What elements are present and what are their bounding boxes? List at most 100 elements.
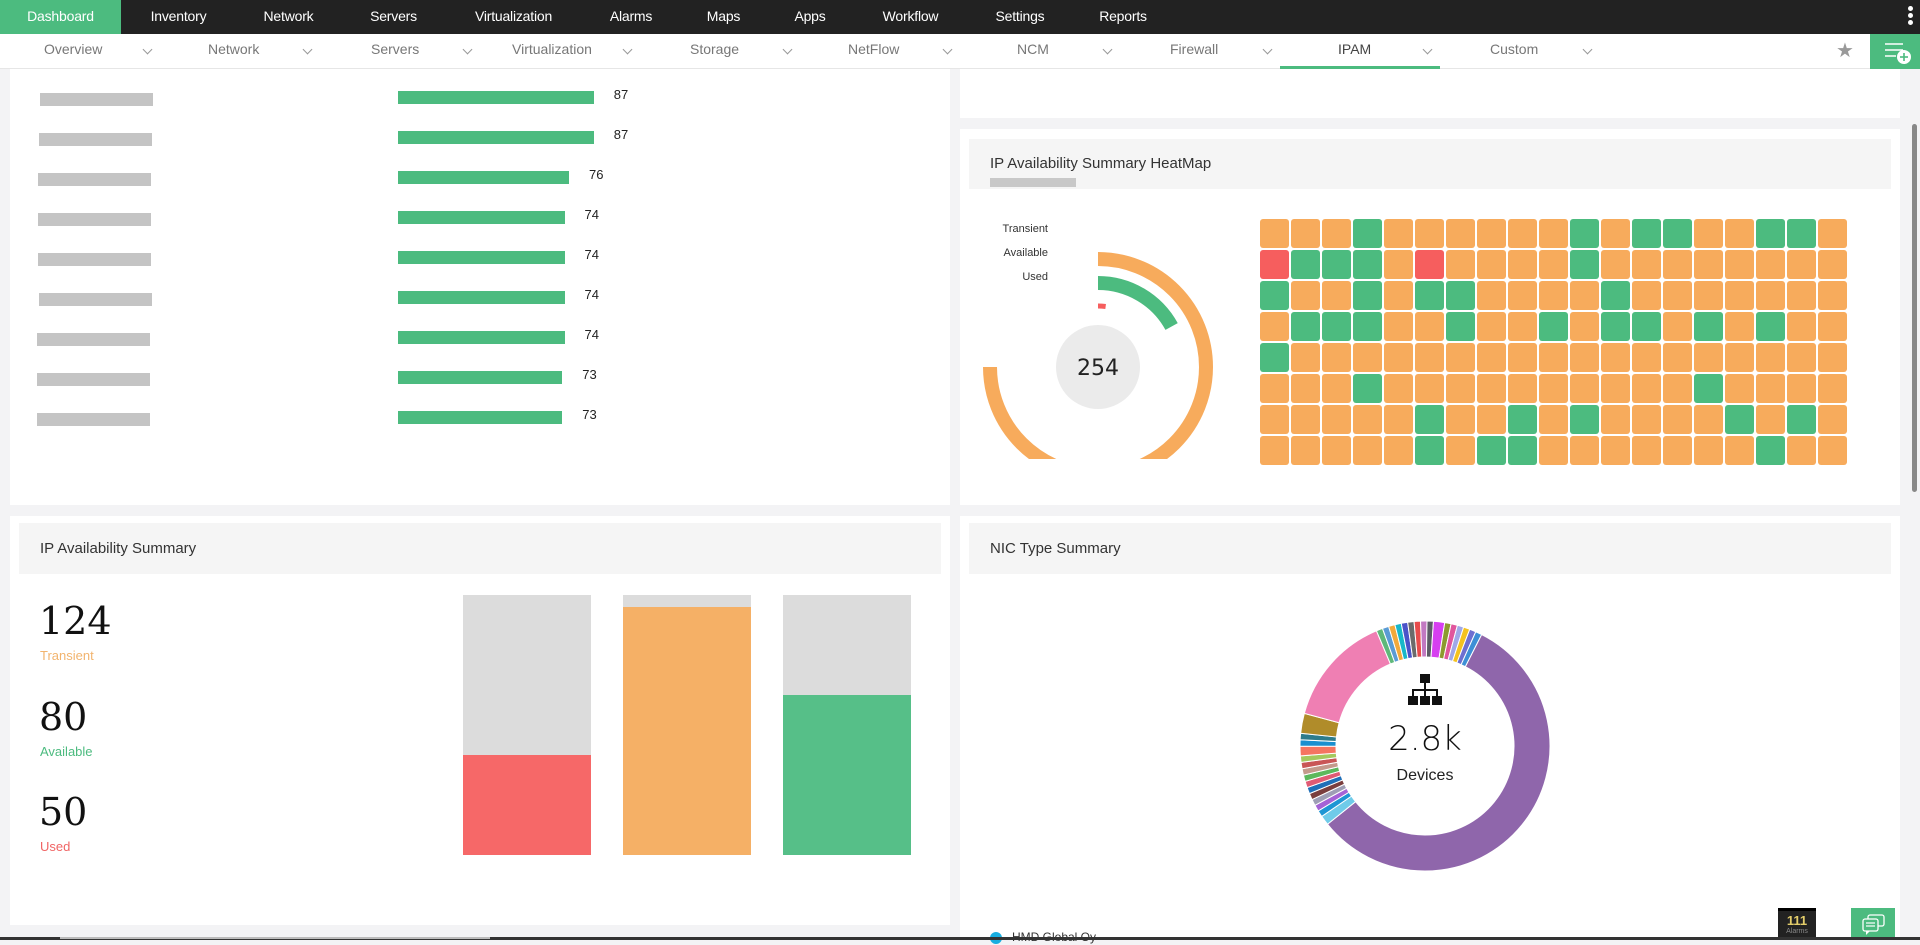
heatmap-cell-available[interactable] [1632, 219, 1661, 248]
heatmap-cell-transient[interactable] [1477, 405, 1506, 434]
heatmap-cell-transient[interactable] [1415, 374, 1444, 403]
heatmap-cell-transient[interactable] [1632, 250, 1661, 279]
heatmap-cell-transient[interactable] [1260, 219, 1289, 248]
heatmap-cell-available[interactable] [1694, 312, 1723, 341]
bar-row[interactable]: 73 [10, 371, 950, 401]
nav-workflow[interactable]: Workflow [854, 0, 967, 34]
heatmap-cell-transient[interactable] [1508, 374, 1537, 403]
heatmap-cell-transient[interactable] [1291, 374, 1320, 403]
nav-maps[interactable]: Maps [681, 0, 766, 34]
heatmap-cell-transient[interactable] [1291, 219, 1320, 248]
bar[interactable] [398, 331, 565, 344]
heatmap-cell-available[interactable] [1663, 219, 1692, 248]
heatmap-cell-transient[interactable] [1539, 343, 1568, 372]
heatmap-cell-transient[interactable] [1632, 436, 1661, 465]
heatmap-cell-transient[interactable] [1756, 250, 1785, 279]
tab-firewall[interactable]: Firewall [1120, 34, 1280, 69]
heatmap-cell-transient[interactable] [1663, 250, 1692, 279]
bar-row[interactable]: 74 [10, 251, 950, 281]
heatmap-cell-transient[interactable] [1477, 219, 1506, 248]
heatmap-cell-transient[interactable] [1787, 374, 1816, 403]
heatmap-cell-transient[interactable] [1725, 374, 1754, 403]
heatmap-cell-available[interactable] [1353, 281, 1382, 310]
heatmap-cell-transient[interactable] [1384, 312, 1413, 341]
heatmap-cell-available[interactable] [1601, 312, 1630, 341]
bar[interactable] [398, 131, 594, 144]
heatmap-cell-transient[interactable] [1477, 281, 1506, 310]
heatmap-cell-transient[interactable] [1415, 219, 1444, 248]
heatmap-cell-transient[interactable] [1570, 312, 1599, 341]
chat-button[interactable] [1851, 908, 1895, 940]
heatmap-cell-transient[interactable] [1384, 281, 1413, 310]
tab-virtualization[interactable]: Virtualization [480, 34, 640, 69]
heatmap-cell-transient[interactable] [1508, 250, 1537, 279]
heatmap-cell-transient[interactable] [1539, 405, 1568, 434]
heatmap-cell-available[interactable] [1756, 436, 1785, 465]
heatmap-cell-transient[interactable] [1508, 312, 1537, 341]
heatmap-cell-transient[interactable] [1322, 436, 1351, 465]
heatmap-cell-transient[interactable] [1384, 219, 1413, 248]
heatmap-cell-transient[interactable] [1725, 281, 1754, 310]
heatmap-cell-available[interactable] [1446, 312, 1475, 341]
heatmap-cell-transient[interactable] [1384, 405, 1413, 434]
heatmap-cell-transient[interactable] [1353, 436, 1382, 465]
heatmap-cell-available[interactable] [1756, 219, 1785, 248]
bar-row[interactable]: 76 [10, 171, 950, 201]
chevron-down-icon[interactable] [143, 45, 153, 55]
chevron-down-icon[interactable] [1423, 45, 1433, 55]
tab-custom[interactable]: Custom [1440, 34, 1600, 69]
bar-row[interactable]: 87 [10, 131, 950, 161]
heatmap-cell-transient[interactable] [1260, 405, 1289, 434]
chevron-down-icon[interactable] [1263, 45, 1273, 55]
heatmap-cell-transient[interactable] [1663, 312, 1692, 341]
bar-transient[interactable] [623, 595, 751, 855]
heatmap-cell-transient[interactable] [1632, 281, 1661, 310]
heatmap-cell-transient[interactable] [1725, 250, 1754, 279]
heatmap-cell-transient[interactable] [1415, 312, 1444, 341]
heatmap-cell-transient[interactable] [1291, 281, 1320, 310]
heatmap-cell-available[interactable] [1508, 405, 1537, 434]
bar-used[interactable] [463, 595, 591, 855]
heatmap-cell-transient[interactable] [1570, 281, 1599, 310]
bar-available[interactable] [783, 595, 911, 855]
bar-row[interactable]: 87 [10, 91, 950, 121]
chevron-down-icon[interactable] [303, 45, 313, 55]
heatmap-cell-transient[interactable] [1260, 374, 1289, 403]
heatmap-cell-used[interactable] [1260, 250, 1289, 279]
heatmap-cell-transient[interactable] [1632, 343, 1661, 372]
heatmap-cell-transient[interactable] [1384, 436, 1413, 465]
heatmap-cell-transient[interactable] [1477, 343, 1506, 372]
heatmap-cell-transient[interactable] [1508, 343, 1537, 372]
heatmap-cell-transient[interactable] [1725, 436, 1754, 465]
scrollbar-thumb[interactable] [1912, 124, 1917, 492]
nav-apps[interactable]: Apps [766, 0, 854, 34]
bar-row[interactable]: 74 [10, 211, 950, 241]
heatmap-cell-transient[interactable] [1446, 405, 1475, 434]
heatmap-cell-transient[interactable] [1601, 250, 1630, 279]
heatmap-cell-available[interactable] [1353, 219, 1382, 248]
gauge-arc-available[interactable] [1098, 283, 1172, 327]
heatmap-cell-transient[interactable] [1601, 436, 1630, 465]
heatmap-cell-transient[interactable] [1570, 343, 1599, 372]
heatmap-cell-available[interactable] [1477, 436, 1506, 465]
tab-network[interactable]: Network [160, 34, 320, 69]
heatmap-cell-transient[interactable] [1322, 219, 1351, 248]
bar[interactable] [398, 211, 565, 224]
add-widget-button[interactable] [1870, 34, 1920, 69]
heatmap-cell-transient[interactable] [1818, 312, 1847, 341]
heatmap-cell-transient[interactable] [1539, 374, 1568, 403]
tab-storage[interactable]: Storage [640, 34, 800, 69]
heatmap-cell-transient[interactable] [1663, 343, 1692, 372]
nav-inventory[interactable]: Inventory [121, 0, 236, 34]
horizontal-scrollbar-thumb[interactable] [60, 937, 490, 939]
heatmap-cell-available[interactable] [1446, 281, 1475, 310]
heatmap-cell-transient[interactable] [1446, 343, 1475, 372]
heatmap-cell-available[interactable] [1353, 250, 1382, 279]
heatmap-cell-available[interactable] [1415, 436, 1444, 465]
heatmap-cell-transient[interactable] [1787, 343, 1816, 372]
heatmap-cell-used[interactable] [1415, 250, 1444, 279]
heatmap-cell-available[interactable] [1539, 312, 1568, 341]
heatmap-cell-transient[interactable] [1756, 281, 1785, 310]
bar[interactable] [398, 91, 594, 104]
nav-reports[interactable]: Reports [1073, 0, 1173, 34]
